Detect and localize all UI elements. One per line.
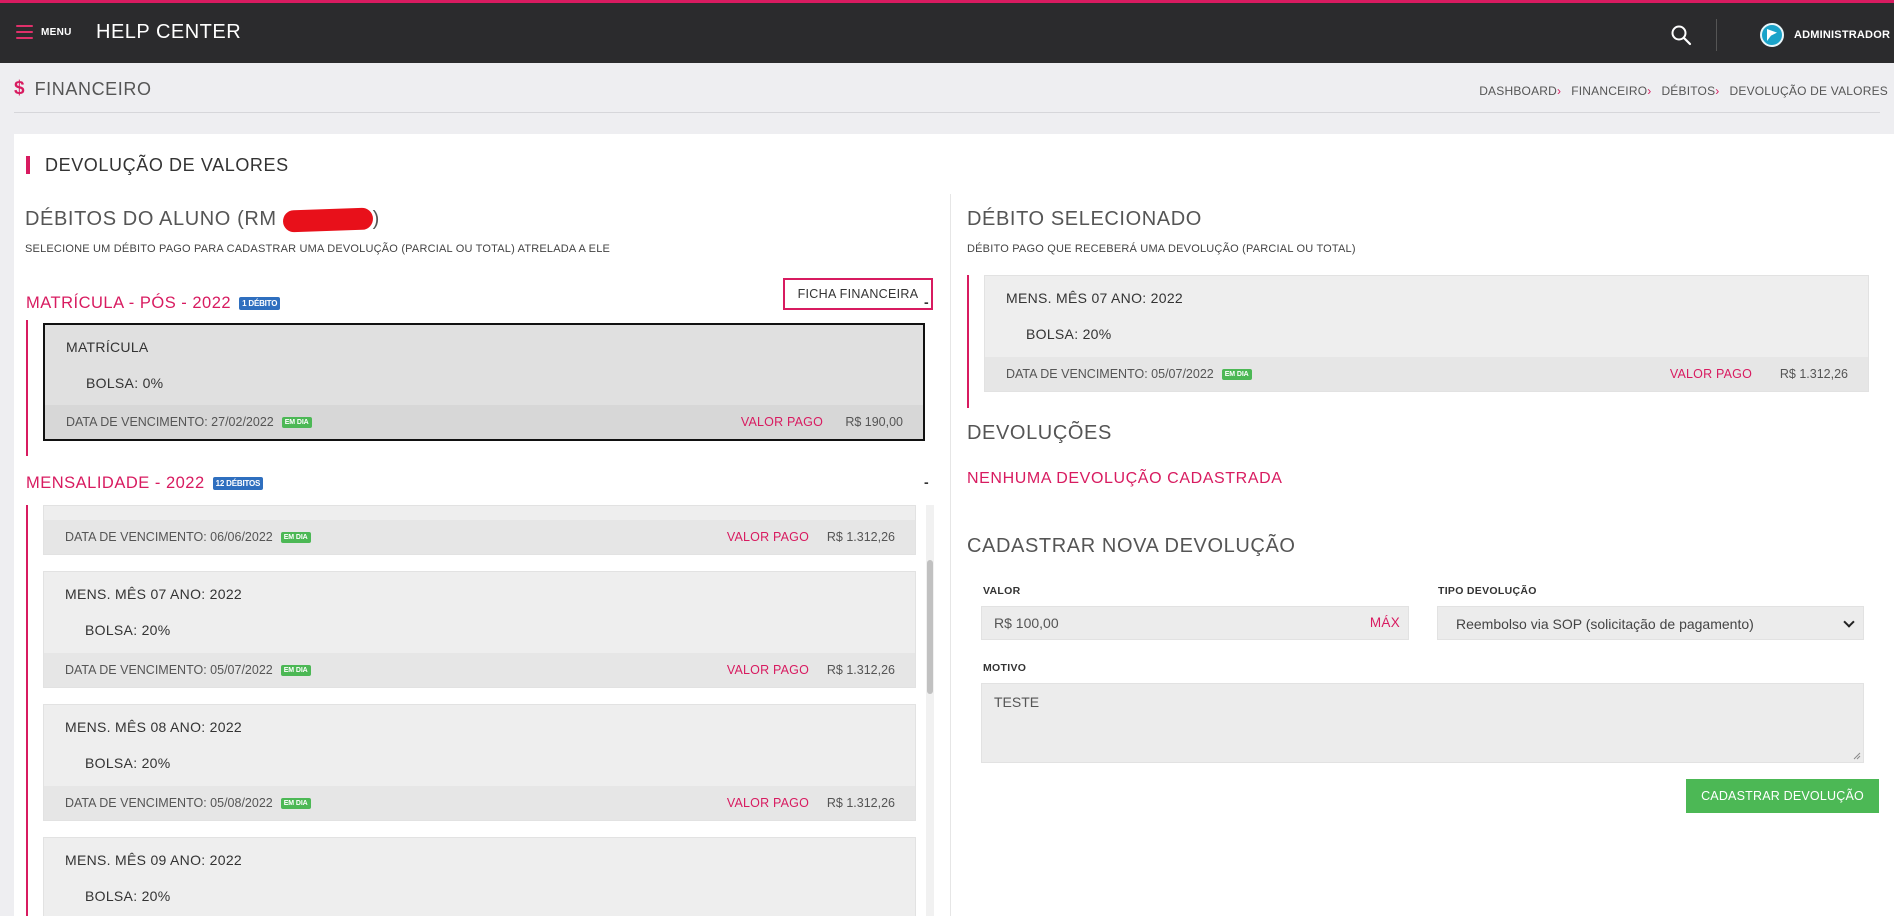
avatar (1760, 23, 1784, 47)
paid-value: R$ 1.312,26 (826, 530, 895, 544)
debit-due-date: DATA DE VENCIMENTO: 27/02/2022 EM DIA (66, 415, 312, 429)
group-accent-line (26, 505, 28, 916)
valor-input[interactable]: R$ 100,00 MÁX (981, 606, 1409, 640)
selected-accent-line (967, 275, 969, 408)
selected-debit-title: DÉBITO SELECIONADO (967, 208, 1202, 230)
debit-bolsa: BOLSA: 0% (86, 375, 164, 391)
debit-footer: DATA DE VENCIMENTO: 05/08/2022 EM DIA VA… (44, 786, 915, 820)
hamburger-icon (16, 25, 33, 39)
breadcrumb-item-current: DEVOLUÇÃO DE VALORES (1729, 84, 1888, 98)
group-accent-line (26, 320, 28, 456)
chevron-right-icon: › (1715, 84, 1720, 98)
card-title-accent (26, 156, 30, 174)
search-icon[interactable] (1670, 24, 1692, 46)
tipo-devolucao-label: TIPO DEVOLUÇÃO (1438, 585, 1537, 597)
status-badge: EM DIA (1221, 368, 1252, 380)
devolucoes-title: DEVOLUÇÕES (967, 422, 1112, 444)
debit-due-date: DATA DE VENCIMENTO: 06/06/2022 EM DIA (65, 530, 311, 544)
cadastrar-devolucao-button[interactable]: CADASTRAR DEVOLUÇÃO (1686, 779, 1879, 813)
chevron-right-icon: › (1647, 84, 1652, 98)
breadcrumb: DASHBOARD› FINANCEIRO› DÉBITOS› DEVOLUÇÃ… (1479, 84, 1888, 98)
debit-bolsa: BOLSA: 20% (1026, 326, 1112, 342)
debit-card-mens-06[interactable]: DATA DE VENCIMENTO: 06/06/2022 EM DIA VA… (43, 505, 916, 555)
resize-handle-icon[interactable] (1853, 752, 1861, 760)
column-divider (950, 194, 951, 916)
status-badge: EM DIA (280, 531, 311, 543)
page-header: $ FINANCEIRO (14, 78, 152, 100)
debit-footer: DATA DE VENCIMENTO: 27/02/2022 EM DIA VA… (45, 405, 923, 439)
menu-label: MENU (41, 26, 72, 38)
debit-card-mens-08[interactable]: MENS. MÊS 08 ANO: 2022 BOLSA: 20% DATA D… (43, 704, 916, 821)
debit-name: MENS. MÊS 07 ANO: 2022 (1006, 290, 1184, 306)
ficha-financeira-button[interactable]: FICHA FINANCEIRA (783, 278, 933, 310)
debit-count-badge: 12 DÉBITOS (212, 477, 264, 490)
status-badge: EM DIA (280, 664, 311, 676)
redaction-mark (282, 207, 374, 233)
debit-bolsa: BOLSA: 20% (85, 888, 171, 904)
user-menu[interactable]: ADMINISTRADOR (1760, 23, 1890, 47)
group-title-mensalidade[interactable]: MENSALIDADE - 2022 12 DÉBITOS (26, 474, 264, 493)
status-badge: EM DIA (281, 416, 312, 428)
paid-label: VALOR PAGO (726, 530, 809, 544)
dollar-icon: $ (14, 78, 25, 99)
collapse-toggle[interactable]: - (924, 474, 929, 490)
debit-footer: DATA DE VENCIMENTO: 05/07/2022 EM DIA VA… (985, 357, 1868, 391)
tipo-devolucao-select[interactable]: Reembolso via SOP (solicitação de pagame… (1437, 606, 1864, 640)
paid-value: R$ 190,00 (845, 415, 903, 429)
debit-count-badge: 1 DÉBITO (239, 297, 281, 310)
breadcrumb-item-debitos[interactable]: DÉBITOS› (1661, 84, 1723, 98)
debit-footer: DATA DE VENCIMENTO: 05/07/2022 EM DIA VA… (44, 653, 915, 687)
debit-name: MATRÍCULA (66, 339, 149, 355)
debit-name: MENS. MÊS 09 ANO: 2022 (65, 852, 243, 868)
empty-devolucoes-message: NENHUMA DEVOLUÇÃO CADASTRADA (967, 470, 1283, 487)
breadcrumb-item-dashboard[interactable]: DASHBOARD› (1479, 84, 1565, 98)
group-title-matricula[interactable]: MATRÍCULA - PÓS - 2022 1 DÉBITO (26, 294, 281, 313)
header-divider (14, 112, 1880, 113)
valor-label: VALOR (983, 585, 1021, 597)
paid-value: R$ 1.312,26 (1779, 367, 1848, 381)
paid-label: VALOR PAGO (1669, 367, 1752, 381)
motivo-textarea[interactable]: TESTE (981, 683, 1864, 763)
new-devolucao-title: CADASTRAR NOVA DEVOLUÇÃO (967, 535, 1296, 557)
topbar-divider (1716, 19, 1717, 51)
top-navbar: MENU HELP CENTER ADMINISTRADOR (0, 0, 1894, 63)
menu-button[interactable]: MENU (16, 25, 72, 39)
debit-name: MENS. MÊS 08 ANO: 2022 (65, 719, 243, 735)
card-title: DEVOLUÇÃO DE VALORES (45, 155, 289, 175)
debit-due-date: DATA DE VENCIMENTO: 05/08/2022 EM DIA (65, 796, 311, 810)
app-title[interactable]: HELP CENTER (96, 21, 241, 44)
motivo-label: MOTIVO (983, 662, 1027, 674)
user-name: ADMINISTRADOR (1794, 29, 1891, 41)
paid-label: VALOR PAGO (740, 415, 823, 429)
debit-card-mens-07[interactable]: MENS. MÊS 07 ANO: 2022 BOLSA: 20% DATA D… (43, 571, 916, 688)
paid-label: VALOR PAGO (726, 796, 809, 810)
debit-name: MENS. MÊS 07 ANO: 2022 (65, 586, 243, 602)
selected-debit-subtitle: DÉBITO PAGO QUE RECEBERÁ UMA DEVOLUÇÃO (… (967, 243, 1356, 255)
debit-due-date: DATA DE VENCIMENTO: 05/07/2022 EM DIA (1006, 367, 1252, 381)
debit-bolsa: BOLSA: 20% (85, 622, 171, 638)
status-badge: EM DIA (280, 797, 311, 809)
debit-card-mens-09[interactable]: MENS. MÊS 09 ANO: 2022 BOLSA: 20% (43, 837, 916, 916)
max-button[interactable]: MÁX (1370, 615, 1400, 630)
debit-due-date: DATA DE VENCIMENTO: 05/07/2022 EM DIA (65, 663, 311, 677)
page-title: FINANCEIRO (34, 78, 152, 99)
debit-card-matricula[interactable]: MATRÍCULA BOLSA: 0% DATA DE VENCIMENTO: … (43, 323, 925, 441)
debit-bolsa: BOLSA: 20% (85, 755, 171, 771)
scrollbar-thumb[interactable] (927, 560, 933, 694)
paid-label: VALOR PAGO (726, 663, 809, 677)
chevron-right-icon: › (1557, 84, 1562, 98)
student-debits-subtitle: SELECIONE UM DÉBITO PAGO PARA CADASTRAR … (25, 243, 611, 255)
chevron-down-icon (1843, 616, 1855, 628)
breadcrumb-item-financeiro[interactable]: FINANCEIRO› (1571, 84, 1655, 98)
collapse-toggle[interactable]: - (924, 294, 929, 310)
paid-value: R$ 1.312,26 (826, 663, 895, 677)
paid-value: R$ 1.312,26 (826, 796, 895, 810)
debit-footer: DATA DE VENCIMENTO: 06/06/2022 EM DIA VA… (44, 520, 915, 554)
selected-debit-card: MENS. MÊS 07 ANO: 2022 BOLSA: 20% DATA D… (984, 275, 1869, 392)
